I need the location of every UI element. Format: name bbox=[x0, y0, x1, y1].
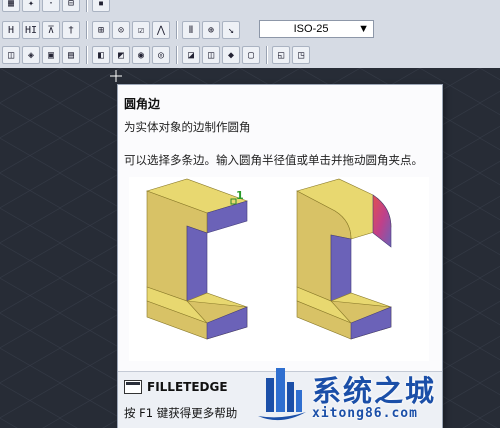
dimstyle-select[interactable]: ISO-25 ▼ bbox=[259, 20, 374, 38]
toolbar-button-icon[interactable]: ▢ bbox=[242, 46, 260, 64]
toolbar-button-icon[interactable]: † bbox=[62, 21, 80, 39]
toolbar-button-icon[interactable]: ▣ bbox=[42, 46, 60, 64]
toolbar-separator bbox=[266, 46, 268, 64]
toolbar-button-icon[interactable]: H bbox=[2, 21, 20, 39]
toolbar-button-icon[interactable]: ⊼ bbox=[42, 21, 60, 39]
solid-after bbox=[296, 178, 392, 340]
toolbar-button-icon[interactable]: ▦ bbox=[2, 0, 20, 12]
toolbar-button-icon[interactable]: ◉ bbox=[132, 46, 150, 64]
toolbar-button-icon[interactable]: · bbox=[42, 0, 60, 12]
toolbar-button-icon[interactable]: HI bbox=[22, 21, 40, 39]
toolbar-separator bbox=[86, 0, 88, 12]
toolbar-button-icon[interactable]: ▪ bbox=[92, 0, 110, 12]
toolbar-button-icon[interactable]: ✦ bbox=[22, 0, 40, 12]
solid-before: 1 bbox=[146, 178, 248, 340]
toolbar-separator bbox=[176, 46, 178, 64]
command-window-icon bbox=[124, 380, 142, 394]
toolbar-button-icon[interactable]: ◧ bbox=[92, 46, 110, 64]
toolbar-button-icon[interactable]: ◳ bbox=[292, 46, 310, 64]
cursor-icon bbox=[110, 70, 122, 82]
toolbar-button-icon[interactable]: ◱ bbox=[272, 46, 290, 64]
watermark: 系统之城 xitong86.com bbox=[250, 360, 490, 426]
toolbar-button-icon[interactable]: ⊕ bbox=[202, 21, 220, 39]
edge-selection-label: 1 bbox=[236, 189, 244, 202]
toolbar-button-icon[interactable]: Ⅱ bbox=[182, 21, 200, 39]
fillet-edge-illustration: 1 bbox=[129, 177, 429, 361]
watermark-name: 系统之城 bbox=[312, 374, 437, 408]
toolbar-button-icon[interactable]: ◫ bbox=[202, 46, 220, 64]
toolbar-button-icon[interactable]: ◆ bbox=[222, 46, 240, 64]
toolbar-button-icon[interactable]: ⊞ bbox=[92, 21, 110, 39]
chevron-down-icon: ▼ bbox=[358, 23, 369, 35]
toolbar-separator bbox=[86, 21, 88, 39]
toolbar-button-icon[interactable]: ☑ bbox=[132, 21, 150, 39]
toolbar-row-1: ▦ ✦ · ⊟ ▪ bbox=[0, 0, 112, 14]
toolbar-button-icon[interactable]: ⊙ bbox=[112, 21, 130, 39]
toolbar-area: ▦ ✦ · ⊟ ▪ H HI ⊼ † ⊞ ⊙ ☑ ⋀ Ⅱ ⊕ ↘ ISO-25 ▼ ◫ ◈ ▣ ▤ ◧ ◩ ◉ ◎ ◪ ◫ ◆ ▢… bbox=[0, 0, 500, 68]
toolbar-button-icon[interactable]: ⋀ bbox=[152, 21, 170, 39]
tooltip-info: 可以选择多条边。输入圆角半径值或单击并拖动圆角夹点。 bbox=[124, 153, 423, 167]
toolbar-button-icon[interactable]: ◫ bbox=[2, 46, 20, 64]
toolbar-button-icon[interactable]: ⊟ bbox=[62, 0, 80, 12]
toolbar-button-icon[interactable]: ↘ bbox=[222, 21, 240, 39]
toolbar-row-3: ◫ ◈ ▣ ▤ ◧ ◩ ◉ ◎ ◪ ◫ ◆ ▢ ◱ ◳ bbox=[0, 44, 312, 66]
tooltip-description: 为实体对象的边制作圆角 bbox=[124, 120, 251, 134]
dimstyle-value: ISO-25 bbox=[293, 23, 329, 35]
toolbar-button-icon[interactable]: ◩ bbox=[112, 46, 130, 64]
help-hint: 按 F1 键获得更多帮助 bbox=[124, 406, 238, 420]
tooltip-title: 圆角边 bbox=[124, 97, 161, 111]
watermark-url: xitong86.com bbox=[312, 406, 418, 421]
toolbar-separator bbox=[86, 46, 88, 64]
toolbar-row-2: H HI ⊼ † ⊞ ⊙ ☑ ⋀ Ⅱ ⊕ ↘ bbox=[0, 19, 242, 41]
command-name-row: FILLETEDGE bbox=[124, 380, 228, 394]
toolbar-button-icon[interactable]: ▤ bbox=[62, 46, 80, 64]
toolbar-button-icon[interactable]: ◪ bbox=[182, 46, 200, 64]
command-name: FILLETEDGE bbox=[147, 380, 228, 394]
toolbar-separator bbox=[176, 21, 178, 39]
city-logo-icon bbox=[258, 368, 306, 421]
toolbar-button-icon[interactable]: ◎ bbox=[152, 46, 170, 64]
toolbar-button-icon[interactable]: ◈ bbox=[22, 46, 40, 64]
